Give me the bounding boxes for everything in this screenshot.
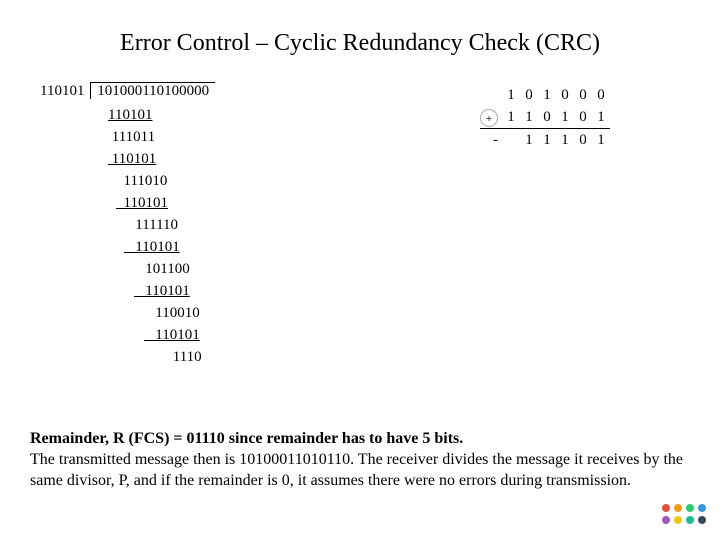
dot-icon bbox=[698, 516, 706, 524]
division-bracket: 101000110100000 bbox=[88, 80, 215, 102]
long-division: 110101 101000110100000 110101 111011 110… bbox=[40, 80, 215, 368]
division-step: 111010 bbox=[90, 170, 215, 192]
division-step: 110010 bbox=[90, 302, 215, 324]
remark-bold: Remainder, R (FCS) = 01110 since remaind… bbox=[30, 430, 463, 447]
division-steps: 110101 111011 110101 111010 110101 11111… bbox=[90, 104, 215, 368]
addition-block: 1 0 1 0 0 0 + 1 1 0 1 0 1 - 1 1 1 bbox=[480, 84, 610, 151]
add-result: - 1 1 1 0 1 bbox=[480, 129, 610, 152]
division-step: 101100 bbox=[90, 258, 215, 280]
decoration-dots bbox=[662, 504, 706, 528]
division-step: 110101 bbox=[90, 192, 215, 214]
remark-text: Remainder, R (FCS) = 01110 since remaind… bbox=[30, 428, 690, 491]
division-step: 110101 bbox=[90, 148, 215, 170]
dividend: 101000110100000 bbox=[90, 82, 215, 99]
division-step: 1110 bbox=[90, 346, 215, 368]
slide-title: Error Control – Cyclic Redundancy Check … bbox=[0, 30, 720, 57]
division-step: 110101 bbox=[90, 324, 215, 346]
plus-icon: + bbox=[480, 109, 498, 127]
dot-icon bbox=[686, 516, 694, 524]
division-step: 110101 bbox=[90, 236, 215, 258]
dot-icon bbox=[674, 504, 682, 512]
dot-icon bbox=[674, 516, 682, 524]
division-step: 110101 bbox=[90, 280, 215, 302]
dot-icon bbox=[662, 516, 670, 524]
divisor: 110101 bbox=[40, 80, 84, 102]
division-step: 111110 bbox=[90, 214, 215, 236]
dot-icon bbox=[662, 504, 670, 512]
dot-icon bbox=[698, 504, 706, 512]
remark-body: The transmitted message then is 10100011… bbox=[30, 451, 683, 489]
add-row-2: + 1 1 0 1 0 1 bbox=[480, 106, 610, 129]
division-step: 110101 bbox=[90, 104, 215, 126]
dot-icon bbox=[686, 504, 694, 512]
division-step: 111011 bbox=[90, 126, 215, 148]
add-row-1: 1 0 1 0 0 0 bbox=[480, 84, 610, 106]
